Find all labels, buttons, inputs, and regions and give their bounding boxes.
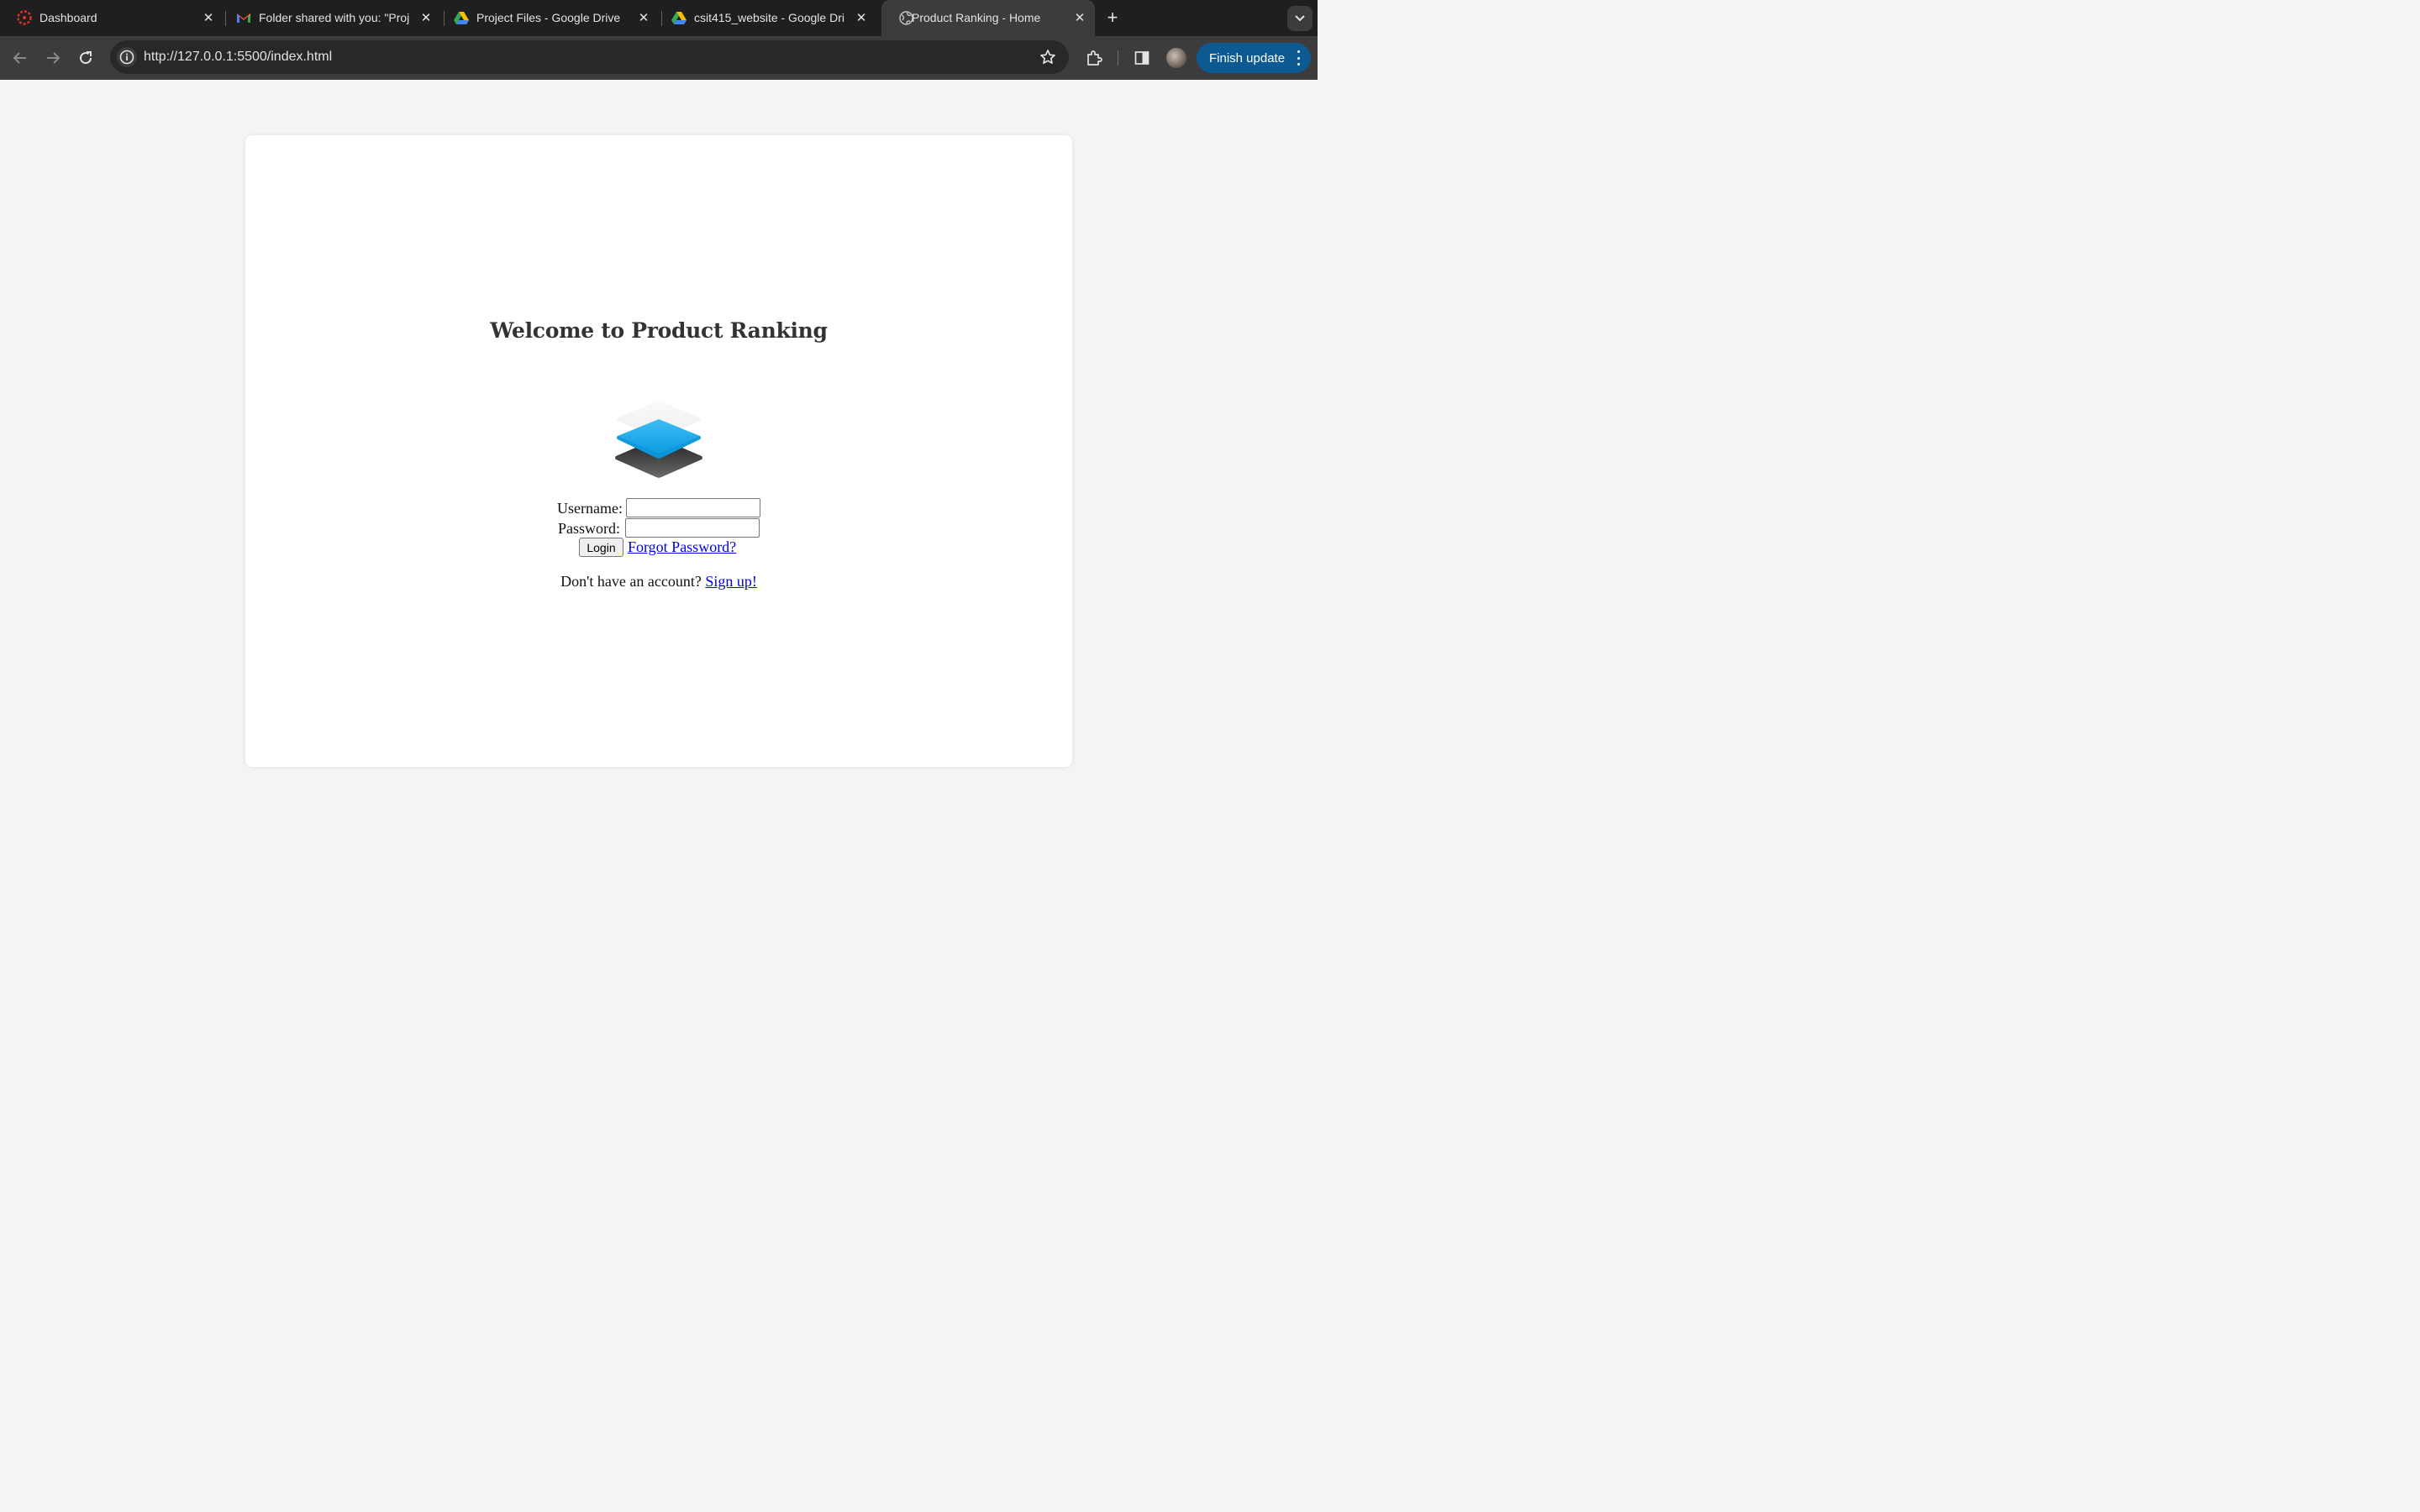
tab-search-button[interactable] [1287, 6, 1313, 31]
side-panel-icon [1134, 51, 1150, 65]
site-info-icon[interactable] [117, 47, 137, 67]
close-tab-icon[interactable]: ✕ [418, 9, 434, 26]
username-input[interactable] [626, 498, 760, 517]
tab-dashboard[interactable]: Dashboard ✕ [0, 0, 224, 36]
puzzle-icon [1087, 50, 1102, 66]
google-drive-icon [671, 10, 687, 25]
google-drive-icon [454, 10, 469, 25]
tab-title: Folder shared with you: "Proj [259, 11, 410, 24]
canvas-icon [17, 10, 32, 25]
password-row: Password: [245, 518, 1072, 538]
close-tab-icon[interactable]: ✕ [635, 9, 652, 26]
tab-project-files[interactable]: Project Files - Google Drive ✕ [437, 0, 660, 36]
signup-line: Don't have an account? Sign up! [245, 573, 1072, 590]
tab-csit415-website[interactable]: csit415_website - Google Dri ✕ [655, 0, 878, 36]
gmail-icon [236, 10, 251, 25]
arrow-left-icon [13, 52, 26, 64]
signup-prompt: Don't have an account? [560, 573, 702, 590]
login-card: Welcome to Product Ranking Username: Pas… [245, 135, 1072, 767]
new-tab-icon[interactable]: + [1102, 8, 1123, 29]
chevron-down-icon [1295, 15, 1305, 22]
forgot-password-link[interactable]: Forgot Password? [628, 538, 736, 555]
profile-avatar[interactable] [1166, 48, 1186, 68]
stacked-layers-icon [613, 399, 705, 480]
close-tab-icon[interactable]: ✕ [200, 9, 217, 26]
close-tab-icon[interactable]: ✕ [853, 9, 870, 26]
password-input[interactable] [625, 518, 760, 538]
forward-button[interactable] [41, 46, 65, 70]
back-button[interactable] [8, 46, 32, 70]
signup-link[interactable]: Sign up! [705, 573, 757, 590]
username-row: Username: [245, 498, 1072, 518]
tab-title: csit415_website - Google Dri [694, 11, 844, 24]
page-title: Welcome to Product Ranking [490, 318, 828, 343]
close-tab-icon[interactable]: ✕ [1071, 9, 1088, 26]
extensions-button[interactable] [1082, 46, 1106, 70]
tab-strip: Dashboard ✕ Folder shared with you: "Pro… [0, 0, 1318, 36]
url-text[interactable]: http://127.0.0.1:5500/index.html [144, 50, 332, 65]
tab-title: Project Files - Google Drive [476, 11, 621, 24]
browser-toolbar: http://127.0.0.1:5500/index.html Finish … [0, 36, 1318, 80]
tab-gmail[interactable]: Folder shared with you: "Proj ✕ [219, 0, 443, 36]
more-menu-icon [1296, 50, 1301, 66]
finish-update-label: Finish update [1209, 50, 1286, 66]
side-panel-button[interactable] [1130, 46, 1154, 70]
reload-icon [80, 51, 92, 65]
bookmark-star-icon[interactable] [1039, 48, 1057, 66]
tab-title: Dashboard [39, 11, 97, 24]
username-label: Username: [557, 500, 623, 517]
arrow-right-icon [47, 52, 60, 64]
password-label: Password: [558, 520, 621, 537]
login-button[interactable]: Login [579, 538, 623, 557]
tab-title: Product Ranking - Home [912, 11, 1041, 24]
finish-update-button[interactable]: Finish update [1197, 43, 1311, 73]
tab-product-ranking[interactable]: Product Ranking - Home ✕ [881, 0, 1095, 36]
address-bar[interactable]: http://127.0.0.1:5500/index.html [110, 40, 1069, 74]
reload-button[interactable] [74, 46, 97, 70]
